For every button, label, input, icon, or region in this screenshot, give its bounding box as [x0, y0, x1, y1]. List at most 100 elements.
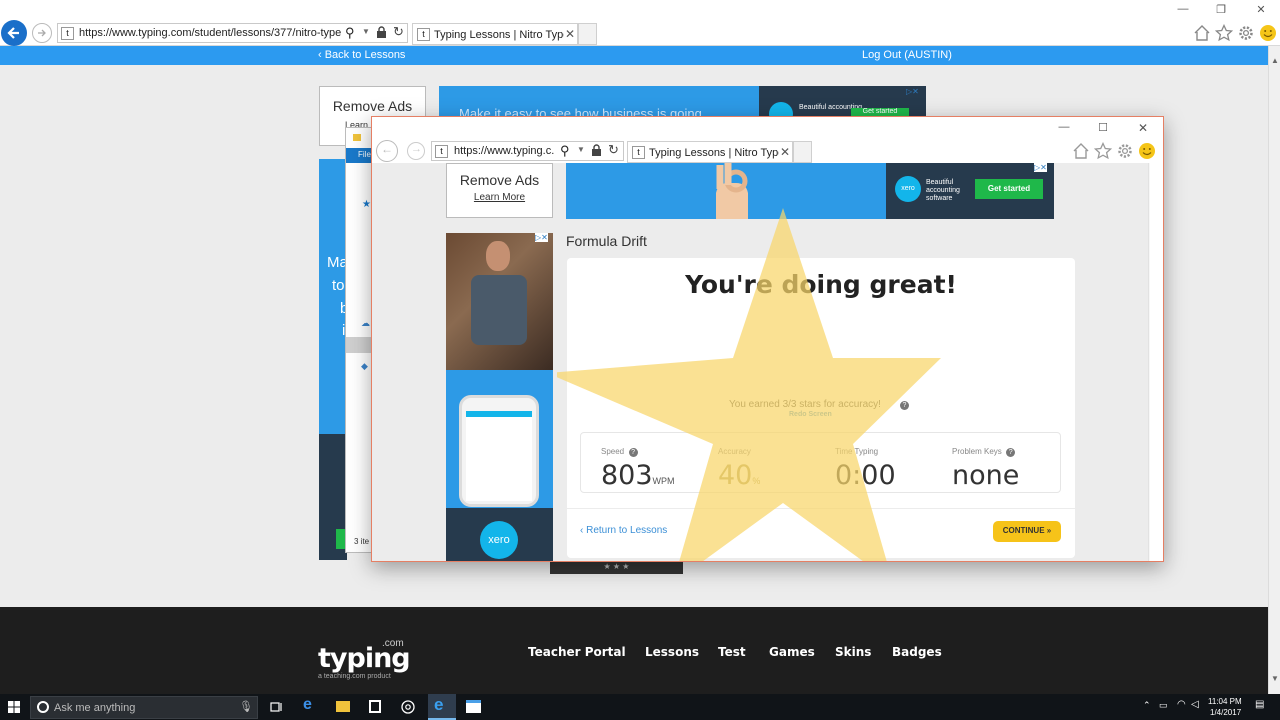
- new-tab-button[interactable]: [578, 23, 597, 45]
- footer-logo-sub: a teaching.com product: [318, 673, 391, 680]
- popup-favorites-star-icon[interactable]: [1094, 142, 1112, 160]
- tray-chevron-icon[interactable]: ⌃: [1143, 700, 1151, 711]
- popup-close-icon[interactable]: ✕: [1135, 121, 1151, 135]
- popup-url-text: https://www.typing.c...: [454, 145, 554, 157]
- cortana-circle-icon: [37, 701, 49, 713]
- tab-favicon-icon: t: [417, 28, 430, 41]
- popup-forward-arrow-icon: →: [411, 143, 422, 155]
- dropdown-icon[interactable]: ▼: [362, 27, 370, 36]
- stat-accuracy-label: Accuracy: [718, 447, 751, 456]
- redo-screen-link[interactable]: Redo Screen: [789, 411, 832, 418]
- edge-browser-icon[interactable]: e: [303, 696, 312, 714]
- site-footer: ★ ★ ★ .com typing a teaching.com product…: [0, 562, 1268, 694]
- microphone-icon[interactable]: 🎙: [239, 700, 253, 713]
- bg-side-ad[interactable]: Ma to b i: [319, 159, 348, 560]
- outer-url-text: https://www.typing.com/student/lessons/3…: [79, 27, 341, 39]
- side-skyscraper-ad[interactable]: xero ▷✕: [446, 233, 553, 561]
- notifications-icon[interactable]: ▤: [1255, 699, 1264, 710]
- settings-gear-icon[interactable]: [1237, 24, 1255, 42]
- minimize-icon[interactable]: —: [1175, 3, 1191, 15]
- search-icon[interactable]: ⚲: [345, 25, 355, 41]
- popup-tab-favicon-icon: t: [632, 146, 645, 159]
- chrome-icon[interactable]: [401, 700, 415, 714]
- page-scrollbar[interactable]: ▲ ▼: [1268, 46, 1280, 694]
- tray-volume-icon[interactable]: ◁: [1191, 699, 1199, 710]
- refresh-icon[interactable]: ↻: [393, 24, 404, 40]
- bg-remove-ads-title: Remove Ads: [332, 98, 413, 114]
- stat-speed-help-icon[interactable]: ?: [628, 448, 638, 457]
- popup-home-icon[interactable]: [1072, 142, 1090, 160]
- stat-speed-unit: WPM: [652, 476, 675, 486]
- restore-icon[interactable]: ❐: [1213, 3, 1229, 16]
- ad-get-started-button[interactable]: Get started: [975, 179, 1043, 199]
- popup-minimize-icon[interactable]: —: [1056, 121, 1072, 133]
- scroll-down-icon[interactable]: ▼: [1271, 674, 1279, 683]
- popup-settings-gear-icon[interactable]: [1116, 142, 1134, 160]
- footer-link-skins[interactable]: Skins: [835, 645, 871, 659]
- continue-button[interactable]: CONTINUE »: [993, 521, 1061, 542]
- card-divider: [567, 508, 1075, 509]
- popup-search-icon[interactable]: ⚲: [560, 143, 570, 159]
- app-window-icon[interactable]: [466, 700, 481, 713]
- home-icon[interactable]: [1193, 24, 1211, 42]
- popup-maximize-icon[interactable]: ☐: [1095, 121, 1111, 134]
- bg-ad-close-icon[interactable]: ▷✕: [906, 87, 919, 96]
- cortana-search-box[interactable]: Ask me anything 🎙: [30, 696, 258, 719]
- favicon-icon: t: [61, 27, 74, 40]
- windows-start-icon[interactable]: [8, 701, 20, 713]
- smiley-feedback-icon[interactable]: [1259, 24, 1277, 42]
- stat-speed-label: Speed: [601, 447, 625, 456]
- explorer-file-menu[interactable]: File: [358, 150, 371, 159]
- return-to-lessons-link[interactable]: ‹ Return to Lessons: [580, 525, 667, 536]
- popup-address-bar[interactable]: t https://www.typing.c... ⚲ ▼ ↻: [431, 141, 624, 161]
- tray-battery-icon: ▭: [1159, 700, 1168, 710]
- footer-stars-bar: ★ ★ ★: [550, 562, 683, 574]
- explorer-selected-row[interactable]: [346, 337, 373, 353]
- stat-time-value: 0:00: [835, 460, 896, 491]
- footer-link-test[interactable]: Test: [718, 645, 746, 659]
- learn-more-link[interactable]: Learn More: [447, 192, 552, 203]
- outer-active-tab[interactable]: t Typing Lessons | Nitro Type ... ✕: [412, 23, 578, 45]
- file-explorer-taskbar-icon[interactable]: [336, 701, 350, 712]
- clock-time[interactable]: 11:04 PM: [1208, 697, 1242, 706]
- xero-logo-icon: xero: [895, 176, 921, 202]
- logout-link[interactable]: Log Out (AUSTIN): [862, 49, 952, 61]
- explorer-status: 3 ite: [354, 537, 370, 546]
- popup-tab-close-icon[interactable]: ✕: [780, 145, 790, 159]
- footer-link-teacher-portal[interactable]: Teacher Portal: [528, 645, 626, 659]
- explorer-quick-access-icon[interactable]: ★: [362, 199, 371, 210]
- popup-active-tab[interactable]: t Typing Lessons | Nitro Type ... ✕: [627, 141, 793, 163]
- stars-help-icon[interactable]: ?: [900, 401, 909, 410]
- footer-link-lessons[interactable]: Lessons: [645, 645, 699, 659]
- clock-date[interactable]: 1/4/2017: [1210, 708, 1241, 717]
- close-window-icon[interactable]: ✕: [1253, 3, 1269, 16]
- store-icon[interactable]: [369, 700, 381, 713]
- remove-ads-box[interactable]: Remove Ads Learn More: [446, 163, 553, 218]
- popup-new-tab-button[interactable]: [793, 141, 812, 163]
- popup-lock-icon: [592, 144, 601, 156]
- popup-dropdown-icon[interactable]: ▼: [577, 145, 585, 154]
- task-view-icon[interactable]: [270, 701, 283, 713]
- stat-speed-value: 803: [601, 460, 653, 491]
- internet-explorer-icon[interactable]: e: [434, 695, 443, 715]
- stat-problem-keys: Problem Keys ? none: [952, 441, 1057, 491]
- side-ad-close-icon[interactable]: ▷✕: [535, 233, 548, 242]
- back-to-lessons-link[interactable]: ‹ Back to Lessons: [318, 49, 405, 61]
- outer-address-bar[interactable]: t https://www.typing.com/student/lessons…: [57, 23, 408, 43]
- tab-close-icon[interactable]: ✕: [565, 27, 575, 41]
- problem-keys-help-icon[interactable]: ?: [1006, 448, 1016, 457]
- favorites-star-icon[interactable]: [1215, 24, 1233, 42]
- stat-problem-keys-value: none: [952, 460, 1020, 491]
- popup-smiley-feedback-icon[interactable]: [1138, 142, 1156, 160]
- footer-logo[interactable]: typing: [318, 643, 411, 674]
- popup-refresh-icon[interactable]: ↻: [608, 142, 619, 158]
- footer-link-games[interactable]: Games: [769, 645, 815, 659]
- popup-scrollbar[interactable]: ⌃ ⌄: [1148, 163, 1150, 561]
- top-banner-ad[interactable]: xero Beautiful accounting software Get s…: [566, 163, 1054, 219]
- ad-choices-close-icon[interactable]: ▷✕: [1034, 163, 1047, 172]
- tray-wifi-icon[interactable]: ◠: [1177, 699, 1186, 710]
- stat-accuracy-value: 40: [718, 460, 753, 491]
- bg-top-ad[interactable]: Make it easy to see how business is goin…: [439, 86, 926, 126]
- footer-link-badges[interactable]: Badges: [892, 645, 942, 659]
- scroll-up-icon[interactable]: ▲: [1271, 56, 1279, 65]
